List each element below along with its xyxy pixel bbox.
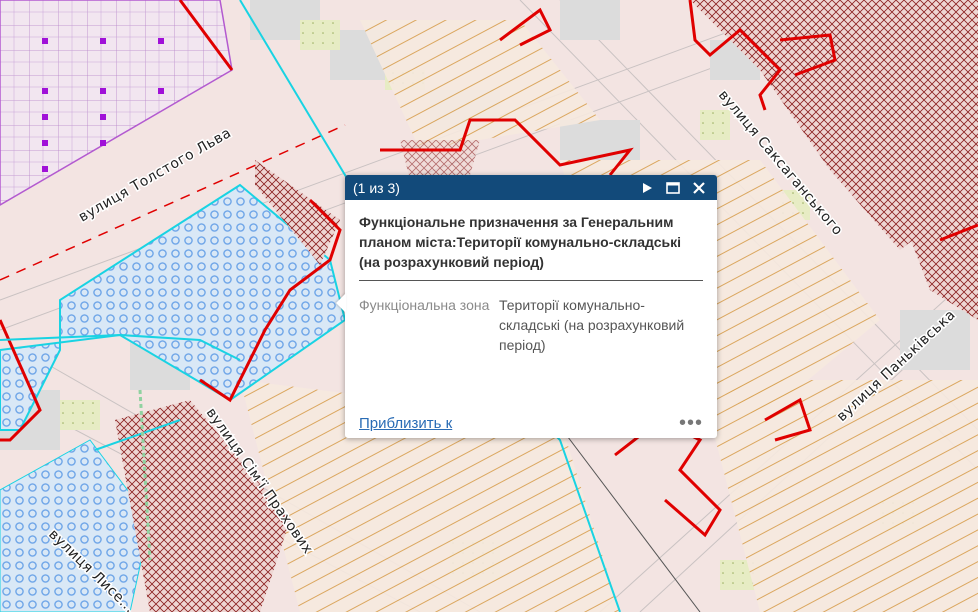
popup-title: Функціональне призначення за Генеральним…	[359, 212, 703, 281]
attribute-value: Території комунально-складські (на розра…	[499, 297, 685, 353]
play-icon[interactable]	[637, 178, 657, 198]
feature-popup: (1 из 3) Функціональне призначення за Ге…	[336, 175, 717, 438]
zoom-to-link[interactable]: Приблизить к	[359, 415, 452, 432]
popup-header: (1 из 3)	[345, 175, 717, 200]
attribute-name: Функціональна зона	[359, 297, 490, 313]
close-icon[interactable]	[689, 178, 709, 198]
popup-pointer	[336, 293, 346, 313]
maximize-icon[interactable]	[663, 178, 683, 198]
attribute-row: Функціональна зона Території комунально-…	[359, 295, 703, 355]
popup-body: Функціональне призначення за Генеральним…	[345, 200, 717, 355]
popup-footer: Приблизить к •••	[359, 412, 703, 434]
more-actions-button[interactable]: •••	[679, 413, 703, 433]
popup-counter: (1 из 3)	[353, 179, 400, 196]
